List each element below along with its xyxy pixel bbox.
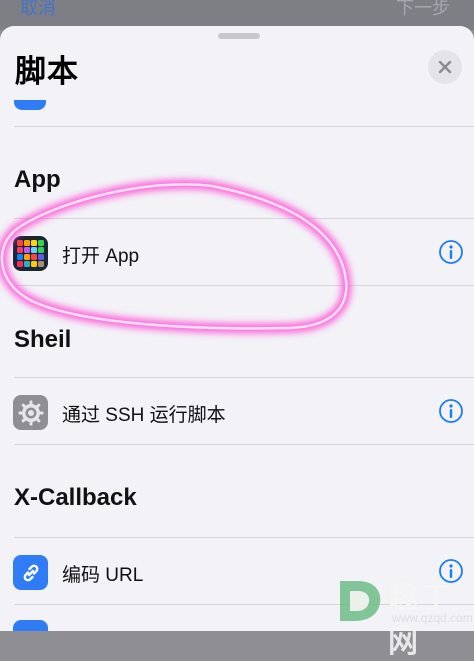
scripting-sheet: 脚本 App 打开 App Sheil 通过 SSH 运行脚本 X-Callba…	[0, 26, 474, 631]
info-icon[interactable]	[438, 398, 464, 424]
link-icon	[13, 555, 48, 590]
action-label: 编码 URL	[62, 565, 144, 586]
action-label: 通过 SSH 运行脚本	[62, 405, 226, 426]
divider	[14, 126, 474, 127]
info-icon[interactable]	[438, 239, 464, 265]
app-grid-icon	[13, 236, 48, 271]
watermark-url: www.qzqd.com	[392, 611, 473, 625]
section-title-app: App	[14, 166, 61, 193]
action-label: 打开 App	[62, 246, 140, 267]
section-title-shell: Sheil	[14, 326, 72, 353]
divider	[14, 444, 474, 445]
close-icon	[438, 60, 452, 74]
sheet-title: 脚本	[15, 54, 79, 89]
site-watermark: 趣丁网 www.qzqd.com	[324, 571, 474, 659]
partial-row-icon	[13, 620, 48, 631]
divider	[14, 285, 474, 286]
next-button[interactable]: 下一步	[396, 0, 450, 20]
partial-row-icon	[14, 100, 46, 110]
section-title-x-callback: X-Callback	[14, 484, 137, 511]
close-button[interactable]	[428, 50, 462, 84]
action-row-run-ssh[interactable]: 通过 SSH 运行脚本	[0, 378, 474, 444]
action-row-open-app[interactable]: 打开 App	[0, 219, 474, 285]
gear-icon	[13, 395, 48, 430]
cancel-button[interactable]: 取消	[20, 0, 56, 20]
sheet-grabber[interactable]	[218, 33, 260, 39]
watermark-logo-icon	[340, 581, 381, 621]
